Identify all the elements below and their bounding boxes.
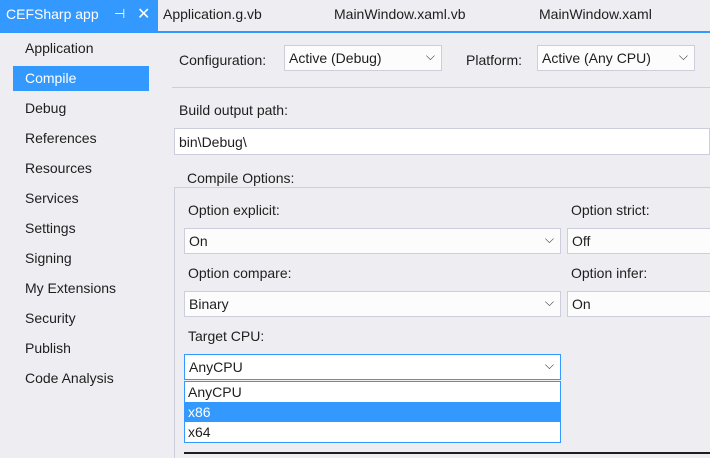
sidebar-item-settings[interactable]: Settings: [13, 216, 149, 241]
sidebar-item-label: Code Analysis: [25, 370, 114, 386]
sidebar-item-label: Publish: [25, 340, 71, 356]
chevron-down-icon: ⌵: [544, 358, 554, 372]
sidebar-item-label: Signing: [25, 250, 72, 266]
build-output-path-label: Build output path:: [179, 102, 288, 118]
configuration-select[interactable]: Active (Debug) ⌵: [284, 45, 442, 71]
option-compare-label: Option compare:: [188, 265, 292, 281]
target-cpu-dropdown-list: AnyCPU x86 x64: [184, 381, 561, 443]
platform-label: Platform:: [466, 52, 523, 68]
option-infer-label: Option infer:: [571, 265, 648, 281]
option-explicit-select[interactable]: On ⌵: [184, 228, 561, 254]
platform-select[interactable]: Active (Any CPU) ⌵: [537, 45, 695, 71]
sidebar-item-publish[interactable]: Publish: [13, 336, 149, 361]
sidebar-item-application[interactable]: Application: [13, 36, 149, 61]
option-explicit-value: On: [189, 233, 208, 249]
tab-application-g-vb[interactable]: Application.g.vb: [163, 6, 262, 22]
chevron-down-icon: ⌵: [544, 295, 554, 309]
sidebar-item-label: References: [25, 130, 97, 146]
tab-cefsharp-app[interactable]: CEFSharp app ⊣ ✕: [0, 0, 158, 31]
divider: [172, 87, 710, 88]
target-cpu-option-x64[interactable]: x64: [185, 422, 560, 442]
sidebar-item-label: Resources: [25, 160, 92, 176]
configuration-label: Configuration:: [179, 52, 267, 68]
sidebar-item-compile[interactable]: Compile: [13, 66, 173, 91]
compile-options-title: Compile Options:: [184, 170, 298, 186]
chevron-down-icon: ⌵: [425, 49, 435, 63]
sidebar-item-label: Debug: [25, 100, 67, 116]
sidebar-item-services[interactable]: Services: [13, 186, 149, 211]
target-cpu-option-anycpu[interactable]: AnyCPU: [185, 382, 560, 402]
target-cpu-option-x86[interactable]: x86: [185, 402, 560, 422]
option-label: AnyCPU: [188, 384, 242, 400]
option-infer-value: On: [572, 296, 591, 312]
target-cpu-label: Target CPU:: [188, 328, 265, 344]
option-label: x64: [188, 424, 211, 440]
sidebar-item-label: Compile: [25, 70, 77, 86]
platform-value: Active (Any CPU): [542, 50, 651, 66]
sidebar-item-label: Security: [25, 310, 76, 326]
target-cpu-value: AnyCPU: [189, 359, 243, 375]
sidebar-item-debug[interactable]: Debug: [13, 96, 149, 121]
configuration-value: Active (Debug): [289, 50, 382, 66]
tab-mainwindow-xaml-vb[interactable]: MainWindow.xaml.vb: [334, 6, 466, 22]
sidebar-item-my-extensions[interactable]: My Extensions: [13, 276, 149, 301]
option-label: x86: [188, 404, 211, 420]
sidebar-item-label: Settings: [25, 220, 76, 236]
document-tab-bar: CEFSharp app ⊣ ✕ Application.g.vb MainWi…: [0, 0, 710, 31]
option-explicit-label: Option explicit:: [188, 202, 280, 218]
tab-mainwindow-xaml[interactable]: MainWindow.xaml: [539, 6, 652, 22]
option-compare-value: Binary: [189, 296, 229, 312]
compile-page: Configuration: Active (Debug) ⌵ Platform…: [162, 33, 710, 458]
chevron-down-icon: ⌵: [544, 232, 554, 246]
build-output-path-input[interactable]: bin\Debug\: [174, 128, 710, 155]
tab-label: CEFSharp app: [6, 6, 99, 22]
sidebar-item-signing[interactable]: Signing: [13, 246, 149, 271]
sidebar-item-label: My Extensions: [25, 280, 117, 296]
chevron-down-icon: ⌵: [678, 49, 688, 63]
sidebar-item-resources[interactable]: Resources: [13, 156, 149, 181]
sidebar-item-references[interactable]: References: [13, 126, 149, 151]
target-cpu-select[interactable]: AnyCPU ⌵: [184, 354, 561, 380]
option-strict-select[interactable]: Off: [567, 228, 710, 254]
option-strict-label: Option strict:: [571, 202, 650, 218]
option-strict-value: Off: [572, 233, 591, 249]
pin-icon[interactable]: ⊣: [114, 6, 125, 22]
option-compare-select[interactable]: Binary ⌵: [184, 291, 561, 317]
sidebar-item-security[interactable]: Security: [13, 306, 149, 331]
close-icon[interactable]: ✕: [137, 4, 150, 24]
sidebar-item-code-analysis[interactable]: Code Analysis: [13, 366, 149, 391]
sidebar-item-label: Application: [25, 40, 94, 56]
property-page-nav: Application Compile Debug References Res…: [0, 33, 173, 454]
sidebar-item-label: Services: [25, 190, 79, 206]
option-infer-select[interactable]: On: [567, 291, 710, 317]
build-output-path-value: bin\Debug\: [179, 134, 247, 150]
